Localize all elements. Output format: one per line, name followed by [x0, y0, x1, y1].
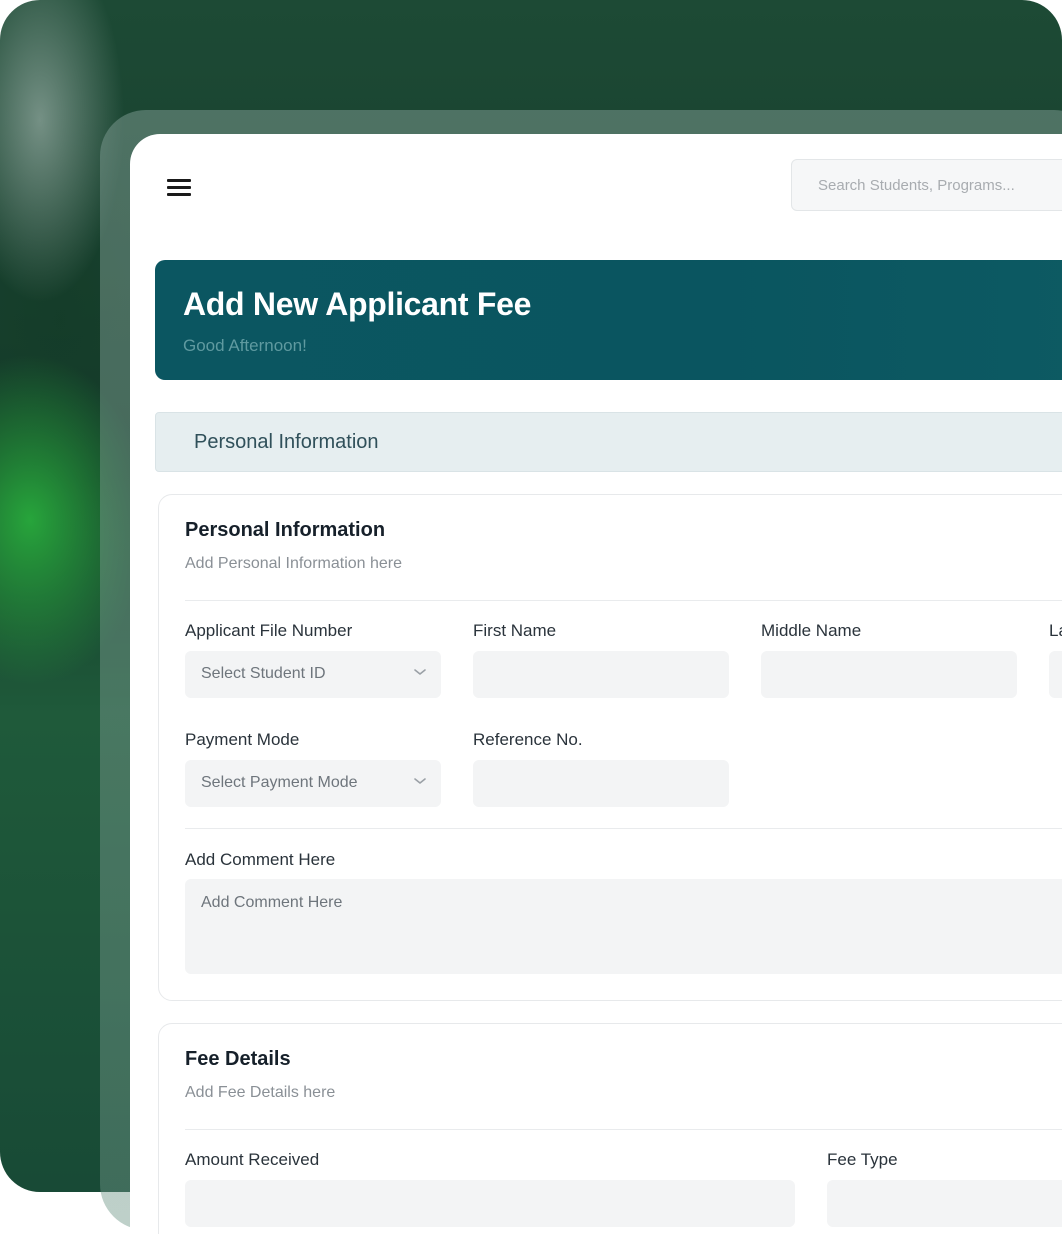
payment-mode-label: Payment Mode [185, 730, 300, 749]
last-name-field[interactable] [1049, 651, 1062, 698]
page-header-banner: Add New Applicant Fee Good Afternoon! [155, 260, 1062, 380]
fee-type-select[interactable] [827, 1180, 1062, 1227]
middle-name-label: Middle Name [761, 621, 862, 640]
last-name-label: La [1049, 621, 1062, 640]
amount-received-label: Amount Received [185, 1150, 320, 1169]
card-title: Fee Details [185, 1048, 291, 1070]
search-input[interactable] [791, 159, 1062, 211]
amount-received-field[interactable] [185, 1180, 795, 1227]
greeting-text: Good Afternoon! [183, 336, 307, 355]
select-placeholder: Select Student ID [201, 665, 326, 682]
select-placeholder: Select Payment Mode [201, 774, 358, 791]
middle-name-field[interactable] [761, 651, 1017, 698]
reference-number-label: Reference No. [473, 730, 583, 749]
chevron-down-icon [414, 778, 426, 784]
app-screen: Add New Applicant Fee Good Afternoon! Pe… [130, 134, 1062, 1234]
card-subtitle: Add Personal Information here [185, 555, 403, 572]
payment-mode-select[interactable]: Select Payment Mode [185, 760, 441, 807]
comment-textarea[interactable] [185, 879, 1062, 974]
divider [185, 1129, 1062, 1130]
comment-label: Add Comment Here [185, 850, 336, 869]
chevron-down-icon [414, 669, 426, 675]
fee-type-label: Fee Type [827, 1150, 898, 1169]
applicant-file-number-label: Applicant File Number [185, 621, 353, 640]
card-title: Personal Information [185, 519, 386, 541]
applicant-file-number-select[interactable]: Select Student ID [185, 651, 441, 698]
tab-label: Personal Information [194, 431, 379, 453]
fee-details-card: Fee Details Add Fee Details here Amount … [158, 1023, 1062, 1234]
personal-information-card: Personal Information Add Personal Inform… [158, 494, 1062, 1001]
reference-number-field[interactable] [473, 760, 729, 807]
first-name-field[interactable] [473, 651, 729, 698]
tab-personal-information[interactable]: Personal Information [155, 412, 1062, 472]
card-subtitle: Add Fee Details here [185, 1084, 336, 1101]
hamburger-menu-icon[interactable] [167, 179, 191, 197]
first-name-label: First Name [473, 621, 557, 640]
page-title: Add New Applicant Fee [183, 286, 532, 322]
divider [185, 600, 1062, 601]
divider [185, 828, 1062, 829]
